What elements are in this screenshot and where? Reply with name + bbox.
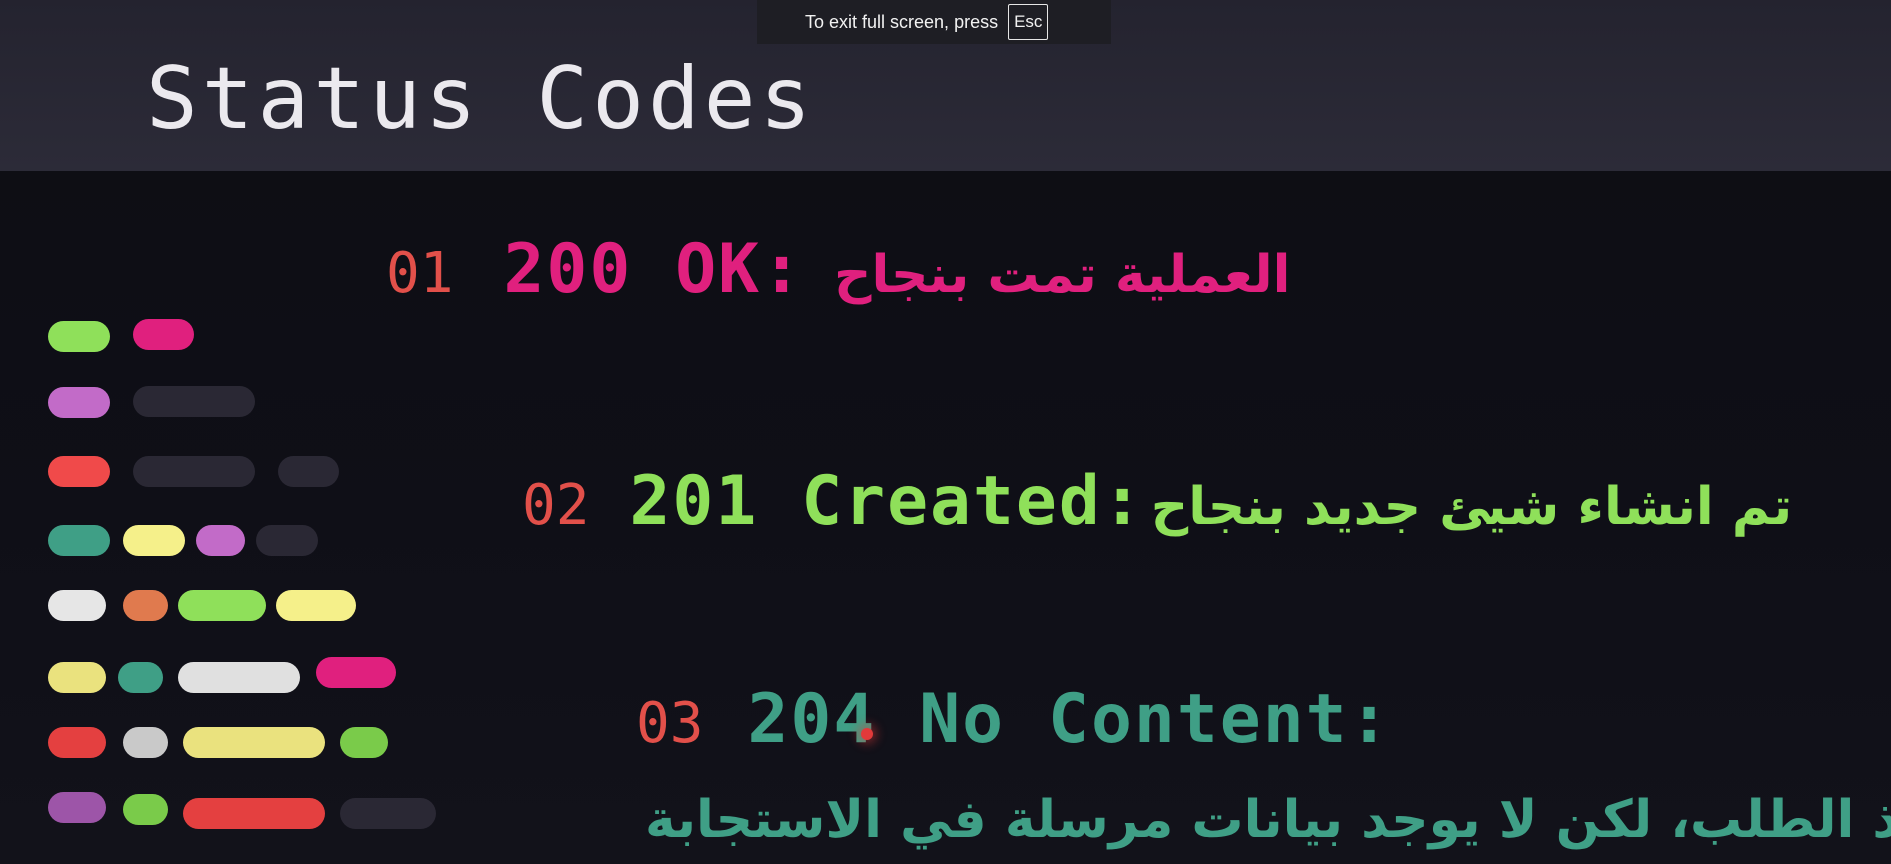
pill — [256, 525, 318, 556]
pill — [133, 386, 255, 417]
pill — [123, 727, 168, 758]
pill — [276, 590, 356, 621]
slide-title: Status Codes — [146, 49, 816, 149]
entry-number: 02 — [522, 473, 590, 538]
status-code-label: 204 No Content: — [747, 680, 1392, 759]
status-entry-201: 02 201 Created: تم انشاء شيئ جديد بنجاح — [522, 462, 1792, 541]
pill — [123, 525, 185, 556]
status-description: العملية تمت بنجاح — [834, 245, 1291, 305]
fullscreen-exit-notice: To exit full screen, press Esc — [757, 0, 1111, 44]
pill — [178, 590, 266, 621]
entry-number: 03 — [636, 691, 704, 756]
status-description: تم انشاء شيئ جديد بنجاح — [1150, 477, 1793, 537]
status-code-label: 200 OK: — [503, 230, 805, 309]
esc-key-hint: Esc — [1008, 4, 1049, 40]
pill — [48, 590, 106, 621]
pill — [183, 798, 325, 829]
pill — [178, 662, 300, 693]
pill — [118, 662, 163, 693]
pill — [183, 727, 325, 758]
pill — [48, 321, 110, 352]
pill — [48, 727, 106, 758]
status-entry-200: 01 200 OK: العملية تمت بنجاح — [386, 230, 1290, 309]
pill — [196, 525, 245, 556]
pill — [340, 727, 388, 758]
status-entry-204: 03 204 No Content: — [636, 680, 1392, 759]
pill — [48, 456, 110, 487]
status-description: تم تنفيذ الطلب، لكن لا يوجد بيانات مرسلة… — [645, 790, 1891, 850]
pointer-highlight — [861, 728, 873, 740]
pill — [48, 792, 106, 823]
fullscreen-notice-text: To exit full screen, press — [805, 11, 999, 32]
pill — [123, 590, 168, 621]
video-frame: Status Codes To exit full screen, press … — [0, 0, 1891, 864]
entry-number: 01 — [386, 241, 454, 306]
pill — [133, 319, 194, 350]
pill — [48, 525, 110, 556]
pill — [340, 798, 436, 829]
pill — [48, 662, 106, 693]
pill — [48, 387, 110, 418]
status-code-label: 201 Created: — [629, 462, 1145, 541]
pill — [123, 794, 168, 825]
status-entry-204-description: تم تنفيذ الطلب، لكن لا يوجد بيانات مرسلة… — [645, 790, 1891, 850]
pill — [133, 456, 255, 487]
pill — [316, 657, 396, 688]
pill — [278, 456, 339, 487]
